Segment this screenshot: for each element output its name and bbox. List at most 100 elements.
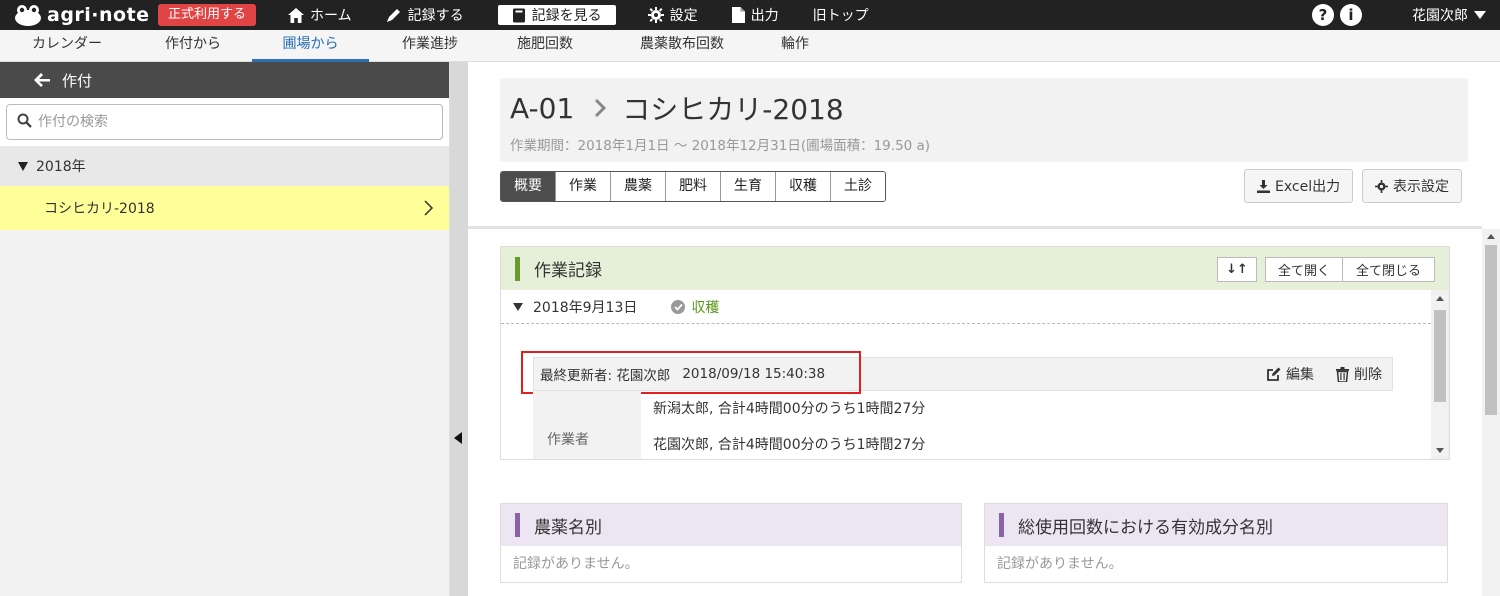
download-icon: [1257, 179, 1270, 193]
nav-home[interactable]: ホーム: [288, 0, 352, 30]
worker-entry: 新潟太郎, 合計4時間00分のうち1時間27分: [653, 401, 926, 417]
detail-tabs: 概要 作業 農薬 肥料 生育 収穫 土診: [500, 171, 886, 202]
subnav-by-field[interactable]: 圃場から: [252, 30, 369, 62]
subnav-fertilizer-count[interactable]: 施肥回数: [491, 30, 599, 62]
scroll-up-icon[interactable]: [1487, 234, 1495, 239]
tab-harvest[interactable]: 収穫: [776, 172, 831, 201]
year-group-toggle[interactable]: 2018年: [0, 146, 449, 186]
triangle-down-icon: [513, 302, 523, 311]
status-badge: 収穫: [671, 297, 719, 317]
crop-list-item[interactable]: コシヒカリ-2018: [0, 186, 449, 230]
display-settings-label: 表示設定: [1393, 179, 1449, 195]
work-record-header: 作業記録 ↓↑ 全て開く 全て閉じる: [501, 247, 1449, 290]
crop-search-box: [6, 104, 443, 140]
record-date: 2018年9月13日: [533, 299, 638, 316]
nav-old-top-label: 旧トップ: [812, 8, 869, 24]
scroll-thumb[interactable]: [1434, 310, 1446, 402]
crop-sidebar: 作付 2018年 コシヒカリ-2018: [0, 62, 450, 596]
nav-record-label: 記録する: [407, 8, 464, 24]
tab-growth[interactable]: 生育: [721, 172, 776, 201]
nav-settings[interactable]: 設定: [647, 0, 698, 30]
nav-record[interactable]: 記録する: [386, 0, 464, 30]
excel-export-button[interactable]: Excel出力: [1244, 169, 1354, 203]
crop-item-label: コシヒカリ-2018: [44, 201, 155, 217]
empty-message: 記録がありません。: [997, 556, 1123, 572]
year-label: 2018年: [36, 159, 86, 175]
scroll-up-icon[interactable]: [1436, 296, 1444, 301]
nav-settings-label: 設定: [669, 8, 698, 24]
search-icon: [17, 113, 32, 132]
edit-button[interactable]: 編集: [1266, 364, 1314, 384]
nav-old-top[interactable]: 旧トップ: [813, 0, 869, 30]
tab-overview[interactable]: 概要: [501, 172, 556, 201]
crop-search-input[interactable]: [38, 114, 418, 130]
excel-export-label: Excel出力: [1275, 179, 1341, 195]
user-menu[interactable]: 花園次郎: [1412, 5, 1486, 25]
delete-button[interactable]: 削除: [1336, 364, 1382, 384]
expand-all-button[interactable]: 全て開く: [1265, 257, 1343, 282]
triangle-down-icon: [18, 161, 28, 171]
info-icon[interactable]: i: [1340, 4, 1362, 26]
chevron-right-icon: [594, 98, 607, 118]
nav-view-records[interactable]: 記録を見る: [497, 5, 616, 25]
work-record-scrollbar[interactable]: [1431, 290, 1449, 459]
work-record-panel: 作業記録 ↓↑ 全て開く 全て閉じる 2018年9月13日 収穫 最終更新者: …: [500, 246, 1450, 460]
triangle-left-icon: [454, 432, 462, 444]
tab-soil[interactable]: 土診: [831, 172, 885, 201]
gear-icon: [1375, 179, 1388, 193]
sort-button[interactable]: ↓↑: [1217, 257, 1257, 282]
help-icon[interactable]: ?: [1312, 4, 1334, 26]
subnav-pesticide-count[interactable]: 農薬散布回数: [599, 30, 765, 62]
tab-fertilizer[interactable]: 肥料: [666, 172, 721, 201]
app-logo[interactable]: agri·note: [14, 4, 156, 26]
page-title: コシヒカリ-2018: [622, 93, 844, 126]
empty-message: 記録がありません。: [513, 556, 639, 572]
document-icon: [731, 7, 745, 23]
chevron-right-icon: [424, 200, 434, 220]
divider: [468, 226, 1482, 229]
sidebar-header[interactable]: 作付: [0, 62, 449, 98]
edit-icon: [1267, 367, 1281, 381]
scroll-thumb[interactable]: [1485, 245, 1497, 415]
collapse-all-button[interactable]: 全て閉じる: [1342, 257, 1435, 282]
check-circle-icon: [671, 299, 686, 314]
scroll-down-icon[interactable]: [1436, 448, 1444, 453]
pesticide-by-name-panel: 農薬名別 記録がありません。: [500, 503, 962, 583]
top-navbar: agri·note 正式利用する ホーム 記録する 記録を見る 設定 出力 旧ト…: [0, 0, 1500, 30]
user-name: 花園次郎: [1412, 8, 1468, 24]
gear-icon: [647, 7, 664, 23]
worker-label: 作業者: [533, 391, 641, 459]
nav-export[interactable]: 出力: [731, 0, 779, 30]
arrow-left-icon[interactable]: [34, 73, 50, 87]
subnav-work-progress[interactable]: 作業進捗: [369, 30, 491, 62]
sidebar-collapse-toggle[interactable]: [450, 62, 468, 596]
date-group-toggle[interactable]: 2018年9月13日 収穫: [501, 290, 1431, 324]
display-settings-button[interactable]: 表示設定: [1362, 169, 1462, 203]
tab-work[interactable]: 作業: [556, 172, 611, 201]
ingredient-panel: 総使用回数における有効成分名別 記録がありません。: [984, 503, 1448, 583]
ingredient-panel-title: 総使用回数における有効成分名別: [1018, 517, 1273, 538]
logo-text: agri·note: [47, 4, 150, 26]
subnav-by-crop[interactable]: 作付から: [134, 30, 252, 62]
work-record-title: 作業記録: [534, 261, 602, 281]
pesticide-panel-title: 農薬名別: [534, 517, 602, 538]
sub-navbar: カレンダー 作付から 圃場から 作業進捗 施肥回数 農薬散布回数 輪作: [0, 30, 1500, 62]
official-use-button[interactable]: 正式利用する: [158, 4, 257, 26]
record-meta-header: 最終更新者: 花園次郎 2018/09/18 15:40:38 編集 削除: [533, 357, 1393, 391]
nav-view-records-label: 記録を見る: [531, 8, 602, 24]
caret-down-icon: [1474, 11, 1486, 19]
updated-timestamp: 2018/09/18 15:40:38: [682, 366, 826, 382]
subnav-calendar[interactable]: カレンダー: [0, 30, 134, 62]
book-icon: [512, 8, 526, 23]
worker-entry: 花園次郎, 合計4時間00分のうち1時間27分: [653, 437, 926, 453]
work-period: 作業期間：2018年1月1日 〜 2018年12月31日(圃場面積：19.50 …: [510, 138, 931, 154]
subnav-rotation[interactable]: 輪作: [765, 30, 825, 62]
field-code: A-01: [510, 91, 575, 125]
crop-title-card: A-01 コシヒカリ-2018 作業期間：2018年1月1日 〜 2018年12…: [500, 78, 1468, 162]
tab-pesticide[interactable]: 農薬: [611, 172, 666, 201]
last-updater: 最終更新者: 花園次郎: [540, 368, 671, 384]
delete-label: 削除: [1354, 367, 1382, 383]
main-scrollbar[interactable]: [1482, 229, 1500, 596]
nav-export-label: 出力: [750, 8, 779, 24]
nav-home-label: ホーム: [310, 8, 352, 24]
